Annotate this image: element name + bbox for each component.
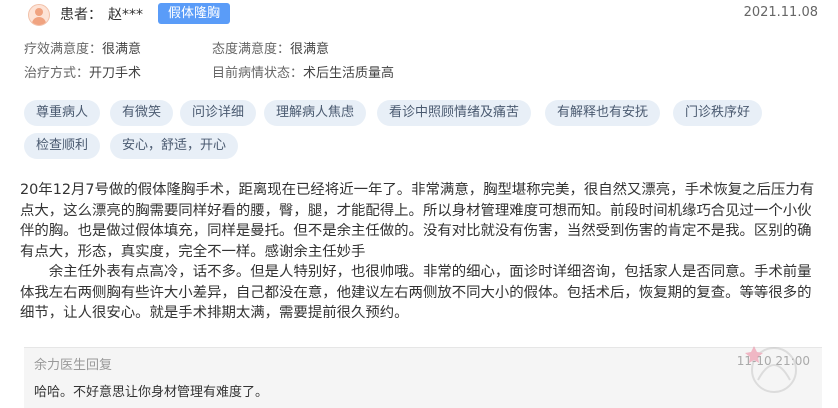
efficacy-label: 疗效满意度： (24, 42, 103, 57)
tag-chip: 有解释也有安抚 (545, 100, 661, 126)
avatar (28, 4, 50, 26)
efficacy-value: 很满意 (102, 42, 142, 57)
method-value: 开刀手术 (89, 66, 142, 81)
status-label: 目前病情状态： (212, 66, 304, 81)
tag-chip: 有微笑 (110, 100, 174, 126)
attitude-value: 很满意 (290, 42, 330, 57)
review-paragraph: 余主任外表有点高冷，话不多。但是人特别好，也很帅哦。非常的细心，面诊时详细咨询，… (20, 264, 812, 321)
reply-title: 余力医生回复 (34, 358, 113, 373)
review-text: 20年12月7号做的假体隆胸手术，距离现在已经将近一年了。非常满意，胸型堪称完美… (20, 180, 820, 324)
review-paragraph: 20年12月7号做的假体隆胸手术，距离现在已经将近一年了。非常满意，胸型堪称完美… (20, 182, 815, 260)
status-value: 术后生活质量高 (303, 66, 395, 81)
efficacy-satisfaction: 疗效满意度：很满意 (24, 38, 141, 57)
tag-chip: 看诊中照顾情绪及痛苦 (377, 100, 532, 126)
watermark-logo-icon (745, 346, 797, 393)
reply-text: 哈哈。不好意思让你身材管理有难度了。 (34, 385, 269, 400)
tag-chip: 理解病人焦虑 (264, 100, 367, 126)
method-label: 治疗方式： (24, 66, 90, 81)
review-header: 患者： 赵*** 假体隆胸 2021.11.08 (24, 0, 824, 28)
patient-label: 患者： (60, 7, 102, 23)
treatment-method: 治疗方式：开刀手术 (24, 62, 141, 81)
patient-name: 赵*** (108, 7, 143, 23)
procedure-tag[interactable]: 假体隆胸 (158, 3, 231, 24)
attitude-label: 态度满意度： (212, 42, 291, 57)
attitude-satisfaction: 态度满意度：很满意 (212, 38, 329, 57)
tag-chip: 尊重病人 (24, 100, 101, 126)
review-date: 2021.11.08 (743, 5, 818, 20)
tag-chip: 门诊秩序好 (673, 100, 763, 126)
tag-chip: 问诊详细 (180, 100, 257, 126)
current-status: 目前病情状态：术后生活质量高 (212, 62, 394, 81)
doctor-reply: 余力医生回复 11-10 21:00 哈哈。不好意思让你身材管理有难度了。 (24, 347, 822, 408)
tag-chip: 安心，舒适，开心 (110, 133, 239, 159)
tag-chip: 检查顺利 (24, 133, 101, 159)
